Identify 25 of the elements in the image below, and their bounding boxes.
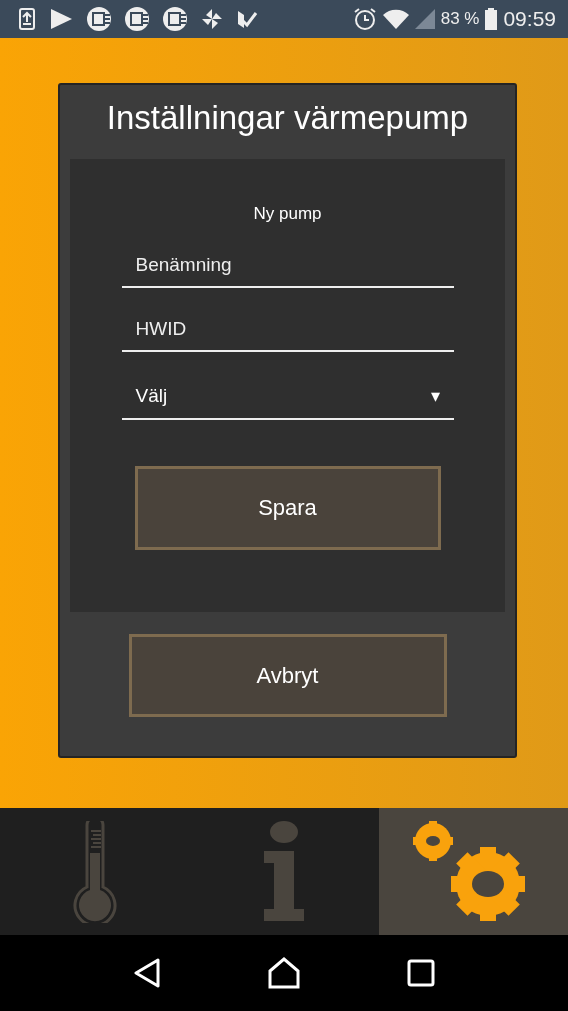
alarm-icon — [352, 7, 377, 31]
text-field[interactable]: Benämning — [121, 244, 454, 288]
save-button[interactable]: Spara — [134, 466, 441, 550]
cancel-button[interactable]: Avbryt — [128, 634, 447, 717]
select-field[interactable]: Välj ▾ — [121, 374, 454, 420]
signal-icon — [414, 9, 435, 29]
upload-icon — [18, 8, 36, 30]
recents-icon[interactable] — [406, 959, 435, 987]
home-icon[interactable] — [268, 957, 300, 989]
check-icon — [236, 8, 258, 30]
clock: 09:59 — [503, 7, 556, 31]
wifi-icon — [382, 9, 409, 29]
form-heading: Ny pump — [253, 204, 322, 224]
app-icon — [162, 6, 188, 32]
text-field[interactable]: HWID — [121, 308, 454, 352]
battery-percent: 83 % — [440, 9, 480, 29]
app-icon — [86, 6, 112, 32]
back-icon[interactable] — [133, 958, 162, 988]
info-icon — [262, 820, 306, 923]
app-icon — [124, 6, 150, 32]
thermometer-icon — [70, 820, 119, 923]
nav-tab[interactable] — [378, 808, 568, 935]
battery-icon — [485, 8, 498, 30]
dialog-title: Inställningar värmepump — [106, 99, 469, 137]
pinwheel-icon — [200, 7, 224, 31]
